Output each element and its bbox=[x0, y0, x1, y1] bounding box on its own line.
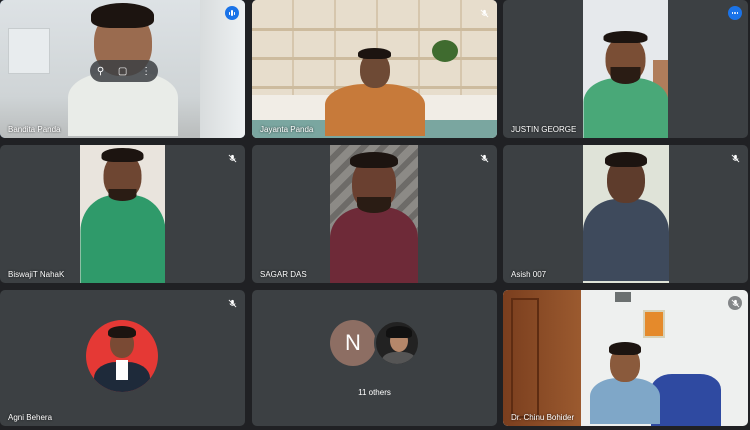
mic-muted-icon bbox=[477, 151, 491, 165]
participant-name: SAGAR DAS bbox=[260, 270, 307, 279]
participant-tile-bandita-panda[interactable]: ⚲ ▢ ⋮ Bandita Panda bbox=[0, 0, 245, 138]
avatar bbox=[374, 320, 420, 366]
participant-tile-jayanta-panda[interactable]: Jayanta Panda bbox=[252, 0, 497, 138]
participant-tile-asish-007[interactable]: Asish 007 bbox=[503, 145, 748, 283]
participant-name: Dr. Chinu Bohider bbox=[511, 413, 575, 422]
mic-muted-icon bbox=[477, 6, 491, 20]
participant-tile-biswajit-nahak[interactable]: BiswajiT NahaK bbox=[0, 145, 245, 283]
others-count-label: 11 others bbox=[358, 388, 391, 397]
meeting-grid: ⚲ ▢ ⋮ Bandita Panda Jayanta Panda JUSTIN… bbox=[0, 0, 750, 430]
participant-tile-sagar-das[interactable]: SAGAR DAS bbox=[252, 145, 497, 283]
frame-icon[interactable]: ▢ bbox=[118, 66, 127, 77]
mic-muted-icon bbox=[225, 151, 239, 165]
participant-name: BiswajiT NahaK bbox=[8, 270, 65, 279]
avatar-initial: N bbox=[330, 320, 376, 366]
participant-name: Asish 007 bbox=[511, 270, 547, 279]
participant-video bbox=[503, 290, 748, 426]
participant-name: Jayanta Panda bbox=[260, 125, 314, 134]
more-options-icon[interactable]: ⋮ bbox=[141, 66, 151, 77]
participant-video bbox=[583, 0, 668, 138]
tile-controls: ⚲ ▢ ⋮ bbox=[90, 60, 158, 82]
others-tile[interactable] bbox=[252, 290, 497, 426]
mic-muted-icon bbox=[225, 296, 239, 310]
participant-video bbox=[80, 145, 165, 283]
speaking-indicator-icon bbox=[225, 6, 239, 20]
pin-icon[interactable]: ⚲ bbox=[97, 66, 104, 77]
participant-video bbox=[330, 145, 418, 283]
speaking-indicator-icon bbox=[728, 6, 742, 20]
mic-muted-icon bbox=[728, 151, 742, 165]
participant-name: Agni Behera bbox=[8, 413, 53, 422]
mic-muted-icon bbox=[728, 296, 742, 310]
participant-video bbox=[583, 145, 669, 283]
participant-name: Bandita Panda bbox=[8, 125, 61, 134]
participant-tile-justin-george[interactable]: JUSTIN GEORGE bbox=[503, 0, 748, 138]
participant-tile-chinu-bohider[interactable]: Dr. Chinu Bohider bbox=[503, 290, 748, 426]
participant-name: JUSTIN GEORGE bbox=[511, 125, 577, 134]
participant-tile-agni-behera[interactable]: Agni Behera bbox=[0, 290, 245, 426]
avatar bbox=[86, 320, 158, 392]
participant-video bbox=[252, 0, 497, 138]
